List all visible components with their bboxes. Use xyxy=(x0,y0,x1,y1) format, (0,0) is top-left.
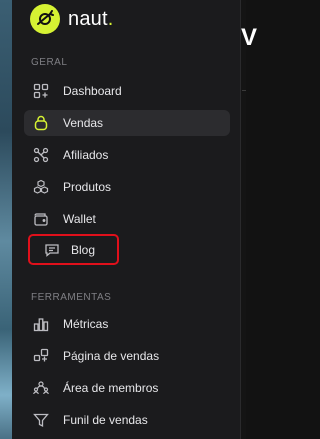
members-icon xyxy=(32,379,50,397)
funnel-icon xyxy=(32,411,50,429)
brand[interactable]: naut. xyxy=(30,4,114,34)
main-content-edge: V xyxy=(241,0,257,439)
sidebar-item-funil-de-vendas[interactable]: Funil de vendas xyxy=(24,407,230,433)
blog-icon xyxy=(43,241,61,259)
brand-name: naut. xyxy=(68,7,114,30)
sidebar-item-label: Página de vendas xyxy=(63,349,160,363)
naut-logo-icon xyxy=(30,4,60,34)
sidebar-item-label: Wallet xyxy=(63,212,96,226)
sales-page-icon xyxy=(32,347,50,365)
affiliates-icon xyxy=(32,146,50,164)
dashboard-icon xyxy=(32,82,50,100)
background-image-strip xyxy=(0,0,12,439)
sidebar-item-label: Funil de vendas xyxy=(63,413,148,427)
sidebar-item-label: Afiliados xyxy=(63,148,109,162)
bag-icon xyxy=(32,114,50,132)
metrics-icon xyxy=(32,315,50,333)
sidebar-item-produtos[interactable]: Produtos xyxy=(24,174,230,200)
sidebar-item-label: Vendas xyxy=(63,116,104,130)
sidebar-item-area-de-membros[interactable]: Área de membros xyxy=(24,375,230,401)
sidebar-item-metricas[interactable]: Métricas xyxy=(24,311,230,337)
page-title-partial: V xyxy=(241,24,258,51)
section-geral-label: GERAL xyxy=(31,57,68,68)
sidebar-item-pagina-de-vendas[interactable]: Página de vendas xyxy=(24,343,230,369)
products-icon xyxy=(32,178,50,196)
sidebar-item-blog[interactable]: Blog xyxy=(28,234,119,265)
sidebar-item-wallet[interactable]: Wallet xyxy=(24,206,230,232)
sidebar-item-label: Dashboard xyxy=(63,84,122,98)
sidebar-item-dashboard[interactable]: Dashboard xyxy=(24,78,230,104)
wallet-icon xyxy=(32,210,50,228)
divider xyxy=(242,90,246,91)
sidebar-item-afiliados[interactable]: Afiliados xyxy=(24,142,230,168)
sidebar-item-label: Métricas xyxy=(63,317,109,331)
sidebar-item-label: Produtos xyxy=(63,180,112,194)
sidebar-item-label: Área de membros xyxy=(63,381,159,395)
sidebar-item-label: Blog xyxy=(71,242,96,257)
sidebar-item-vendas[interactable]: Vendas xyxy=(24,110,230,136)
section-ferramentas-label: FERRAMENTAS xyxy=(31,292,112,303)
sidebar: naut. GERAL Dashboard Vendas Afiliados P… xyxy=(12,0,241,439)
